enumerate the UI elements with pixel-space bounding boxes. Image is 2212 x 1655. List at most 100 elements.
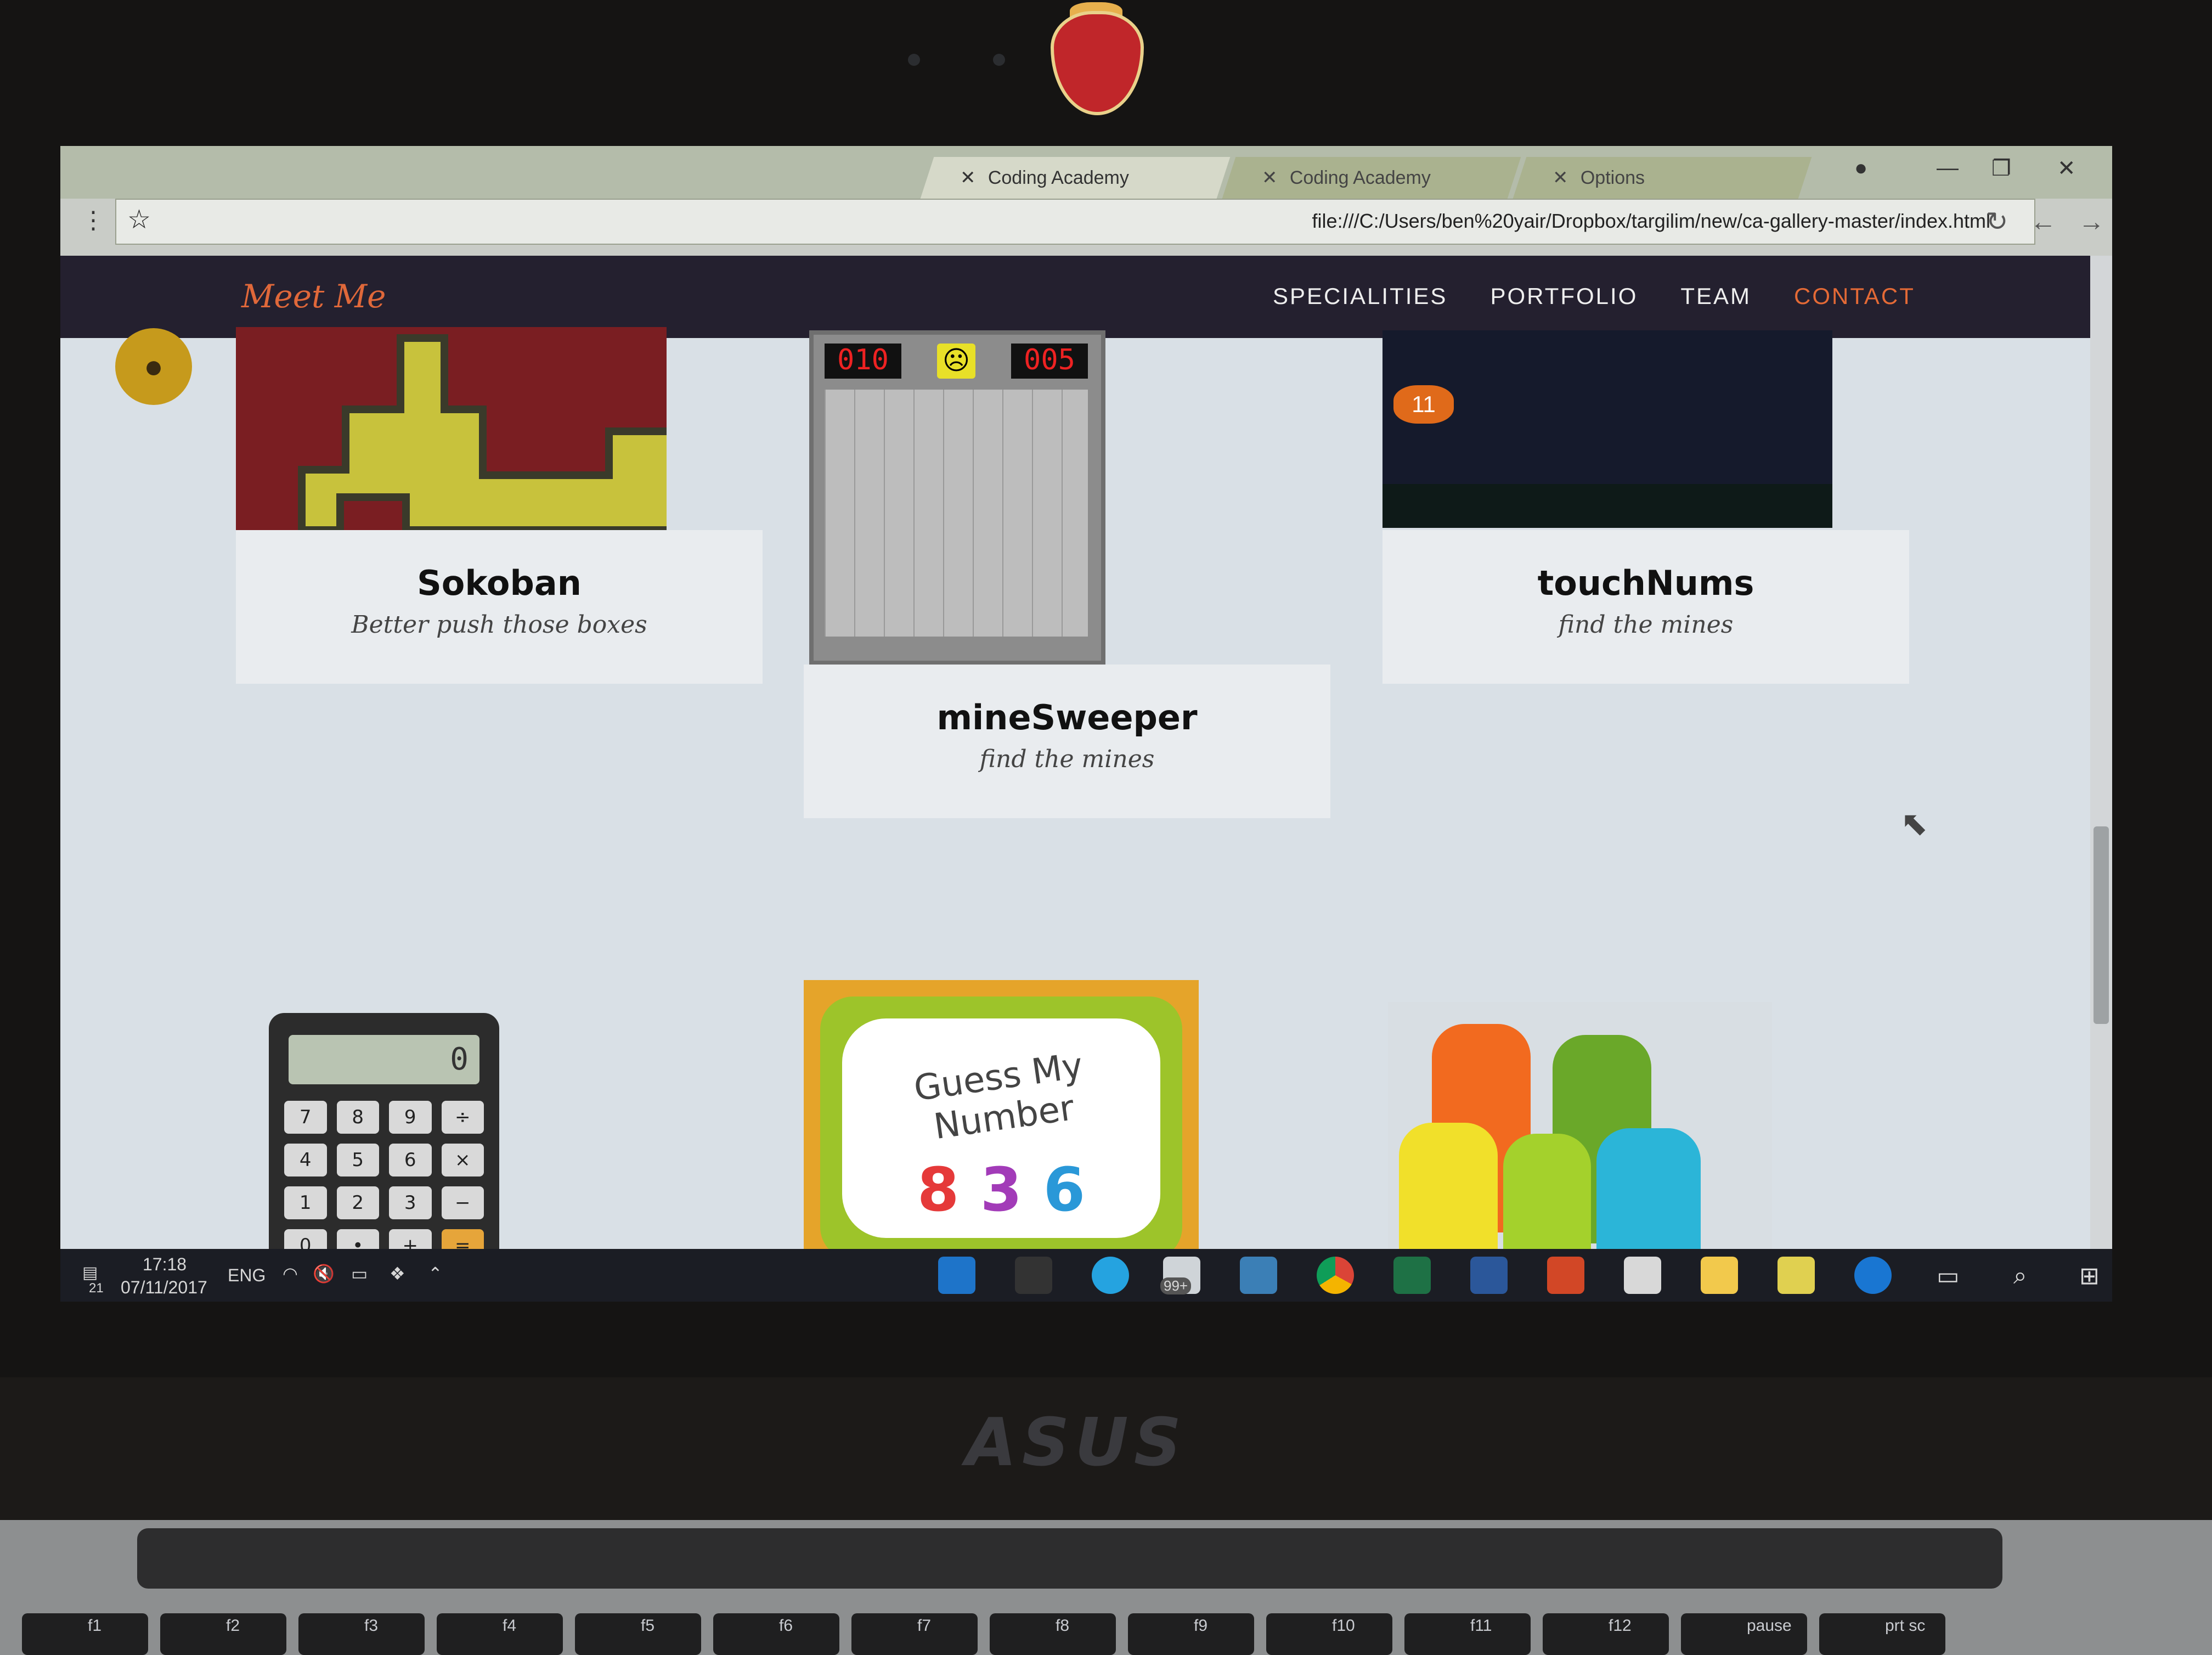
key-prtsc[interactable]: prt sc (1819, 1613, 1945, 1655)
restore-icon[interactable]: ❐ (1991, 156, 2011, 181)
close-icon[interactable]: ✕ (960, 167, 976, 189)
minesweeper-thumbnail[interactable]: 010 ☹ 005 (809, 330, 1105, 665)
calc-key[interactable]: 2 (336, 1186, 379, 1219)
edge-icon[interactable] (1854, 1257, 1892, 1294)
inpicture-thumbnail[interactable] (1388, 1002, 1772, 1287)
mail-badge: 99+ (1160, 1277, 1192, 1294)
vscode-icon[interactable] (938, 1257, 975, 1294)
number-badge: 11 (1393, 385, 1454, 424)
key-f9[interactable]: f9 (1128, 1613, 1254, 1655)
sokoban-thumbnail[interactable] (236, 327, 667, 530)
notification-count: 21 (89, 1281, 104, 1296)
tab-options[interactable]: ✕ Options (1513, 157, 1812, 199)
calc-key[interactable]: − (441, 1186, 484, 1219)
key-f6[interactable]: f6 (713, 1613, 839, 1655)
tab-coding-academy-2[interactable]: ✕ Coding Academy (1222, 157, 1521, 199)
mouse-cursor-icon: ⬉ (1900, 805, 1928, 842)
calc-key[interactable]: 4 (284, 1144, 327, 1176)
mine-counter: 010 (825, 344, 901, 379)
close-icon[interactable]: ✕ (1262, 167, 1278, 189)
chevron-up-icon[interactable]: ⌃ (428, 1263, 443, 1284)
calc-key[interactable]: 6 (389, 1144, 432, 1176)
key-f8[interactable]: f8 (990, 1613, 1116, 1655)
forward-icon[interactable]: → (2078, 207, 2104, 237)
skype-icon[interactable] (1092, 1257, 1129, 1294)
function-keys: f1 f2 f3 f4 f5 f6 f7 f8 f9 f10 f11 f12 pause prt sc (22, 1613, 2194, 1655)
windows-start-icon[interactable]: ⊞ (2079, 1262, 2100, 1290)
nav-links: SPECIALITIES PORTFOLIO TEAM CONTACT (1273, 283, 1915, 309)
calc-key[interactable]: 3 (389, 1186, 432, 1219)
guessnum-thumbnail[interactable]: Guess My Number 8 3 6 (804, 980, 1199, 1276)
search-icon[interactable]: ⌕ (2013, 1262, 2027, 1290)
calc-key[interactable]: ÷ (441, 1101, 484, 1134)
calc-keypad: 7 8 9 ÷ 4 5 6 × 1 2 3−0 • + = (284, 1101, 484, 1262)
language-indicator[interactable]: ENG (228, 1265, 266, 1286)
card-subtitle: Better push those boxes (351, 611, 647, 639)
remote-desktop-icon[interactable] (1240, 1257, 1277, 1294)
key-f5[interactable]: f5 (575, 1613, 701, 1655)
asus-logo: ASUS (966, 1405, 1187, 1481)
close-window-icon[interactable]: ✕ (2057, 156, 2076, 181)
smiley-icon[interactable]: ☹ (937, 344, 975, 379)
address-bar[interactable]: ☆ file:///C:/Users/ben%20yair/Dropbox/ta… (115, 199, 2035, 245)
timer-counter: 005 (1011, 344, 1088, 379)
guess-label: Guess My Number 8 3 6 (842, 1018, 1160, 1238)
key-f11[interactable]: f11 (1404, 1613, 1531, 1655)
calc-key[interactable]: 9 (389, 1101, 432, 1134)
menu-dots-icon[interactable]: ⋮ (81, 206, 105, 234)
calc-key[interactable]: 5 (336, 1144, 379, 1176)
close-icon[interactable]: ✕ (1553, 167, 1568, 189)
mine-grid[interactable] (825, 390, 1088, 637)
calc-key[interactable]: 7 (284, 1101, 327, 1134)
nav-portfolio[interactable]: PORTFOLIO (1490, 283, 1638, 309)
excel-icon[interactable] (1393, 1257, 1431, 1294)
gift-icon[interactable] (1624, 1257, 1661, 1294)
battery-icon[interactable]: ▭ (351, 1263, 368, 1284)
scrollbar[interactable] (2090, 256, 2112, 1302)
key-f2[interactable]: f2 (160, 1613, 286, 1655)
nav-specialities[interactable]: SPECIALITIES (1273, 283, 1447, 309)
volume-muted-icon[interactable]: 🔇 (313, 1263, 335, 1284)
windows-taskbar: ▤ 21 17:18 07/11/2017 ENG ◠ 🔇 ▭ ❖ ⌃ 99+ … (60, 1249, 2112, 1302)
browser-chrome: ✕ Coding Academy ✕ Coding Academy ✕ Options… (60, 146, 2112, 256)
word-icon[interactable] (1470, 1257, 1508, 1294)
screen: ✕ Coding Academy ✕ Coding Academy ✕ Options… (60, 146, 2112, 1302)
key-pause[interactable]: pause (1681, 1613, 1807, 1655)
key-f4[interactable]: f4 (437, 1613, 563, 1655)
site-logo[interactable]: Meet Me (241, 278, 386, 315)
back-icon[interactable]: ← (2030, 207, 2056, 237)
task-view-icon[interactable]: ▭ (1937, 1262, 1960, 1290)
scrollbar-thumb[interactable] (2094, 826, 2109, 1024)
star-icon[interactable]: ☆ (127, 204, 151, 235)
powerpoint-icon[interactable] (1547, 1257, 1584, 1294)
touchnums-card[interactable]: touchNums find the mines (1383, 530, 1909, 684)
file-explorer-icon[interactable] (1701, 1257, 1738, 1294)
dropbox-icon[interactable]: ❖ (390, 1263, 405, 1284)
store-icon[interactable] (1778, 1257, 1815, 1294)
clock-time[interactable]: 17:18 (143, 1254, 187, 1275)
calc-key[interactable]: 8 (336, 1101, 379, 1134)
minimize-icon[interactable]: — (1937, 156, 1959, 181)
calc-key[interactable]: × (441, 1144, 484, 1176)
action-center-icon[interactable]: ▤ (82, 1263, 98, 1282)
tab-coding-academy[interactable]: ✕ Coding Academy (920, 157, 1231, 199)
minesweeper-card[interactable]: mineSweeper find the mines (804, 665, 1330, 818)
digit: 8 (917, 1155, 960, 1225)
key-f1[interactable]: f1 (22, 1613, 148, 1655)
key-f10[interactable]: f10 (1266, 1613, 1392, 1655)
key-f7[interactable]: f7 (851, 1613, 978, 1655)
wifi-icon[interactable]: ◠ (283, 1263, 298, 1284)
reload-icon[interactable]: ↻ (1986, 206, 2008, 237)
terminal-icon[interactable] (1015, 1257, 1052, 1294)
key-f12[interactable]: f12 (1543, 1613, 1669, 1655)
clock-date[interactable]: 07/11/2017 (121, 1277, 207, 1298)
sokoban-card[interactable]: Sokoban Better push those boxes (236, 530, 763, 684)
chrome-icon[interactable] (1317, 1257, 1354, 1294)
touchnums-thumbnail[interactable]: 11 (1383, 330, 1832, 528)
calc-key[interactable]: 1 (284, 1186, 327, 1219)
account-icon[interactable]: ● (1854, 156, 1867, 181)
key-f3[interactable]: f3 (298, 1613, 425, 1655)
chat-icon[interactable]: ● (115, 328, 192, 405)
nav-team[interactable]: TEAM (1680, 283, 1751, 309)
nav-contact[interactable]: CONTACT (1794, 283, 1915, 309)
